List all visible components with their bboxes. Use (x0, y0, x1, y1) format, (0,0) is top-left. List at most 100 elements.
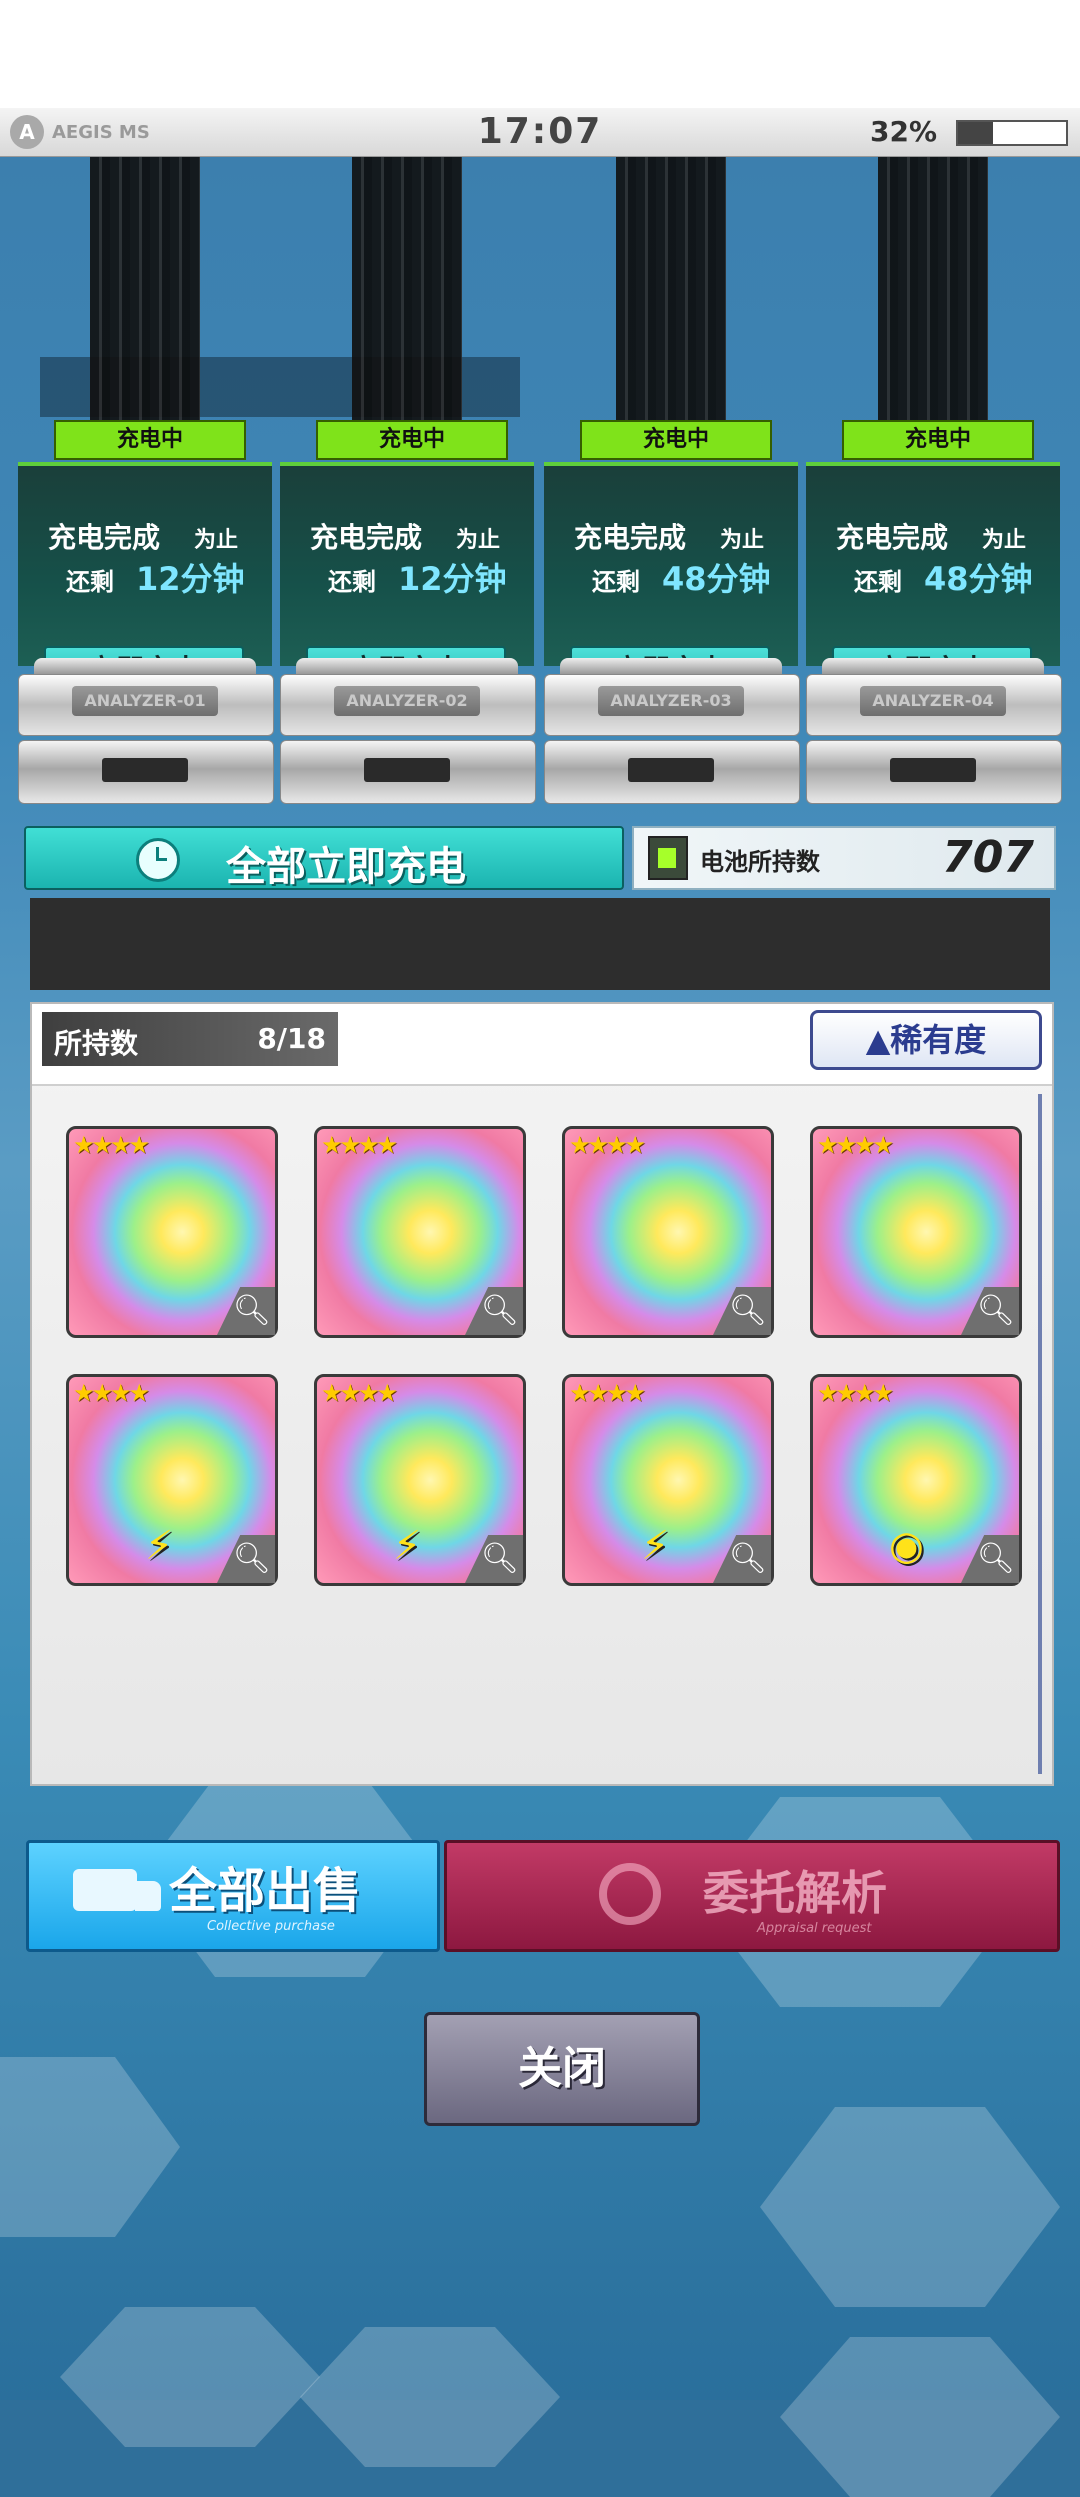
until-label: 为止 (194, 528, 239, 553)
battery-fill (958, 122, 993, 144)
analyzer-unit: 充电中 充电完成 为止 还剩 48分钟 立即充电 ANALYZER-03 (544, 420, 800, 810)
remaining-time: 12分钟 (136, 560, 245, 598)
rarity-stars: ★★★★ (73, 1131, 150, 1159)
element-icon: ◉ (889, 1523, 924, 1569)
analyzer-unit: 充电中 充电完成 为止 还剩 12分钟 立即充电 ANALYZER-02 (280, 420, 536, 810)
remaining-time: 48分钟 (924, 560, 1033, 598)
battery-count-box: 电池所持数 707 (632, 826, 1056, 890)
charge-complete-label: 充电完成 (48, 521, 161, 554)
close-button[interactable]: 关闭 (424, 2012, 700, 2126)
appraisal-label: 委托解析 (703, 1866, 887, 1920)
rarity-stars: ★★★★ (321, 1131, 398, 1159)
clock-time: 17:07 (477, 111, 603, 152)
battery-icon (648, 836, 688, 880)
cable-bundle (90, 157, 200, 437)
magnifier-icon[interactable]: 🔍︎ (465, 1535, 523, 1583)
inventory-item[interactable]: ★★★★ ⚡ 🔍︎ (562, 1374, 774, 1586)
magnifier-icon[interactable]: 🔍︎ (961, 1535, 1019, 1583)
charge-complete-label: 充电完成 (574, 521, 687, 554)
truck-icon (73, 1869, 161, 1911)
app-logo: A AEGIS MS (10, 112, 150, 152)
clock-icon (136, 838, 180, 882)
remaining-time: 48分钟 (662, 560, 771, 598)
element-icon: ⚡ (145, 1523, 174, 1569)
analyzer-info-panel: 充电完成 为止 还剩 48分钟 立即充电 (806, 462, 1060, 694)
magnifier-icon[interactable]: 🔍︎ (961, 1287, 1019, 1335)
sell-all-button[interactable]: 全部出售 Collective purchase (26, 1840, 440, 1952)
held-count-box: 所持数 8/18 (42, 1012, 338, 1066)
message-strip (30, 898, 1050, 990)
appraisal-request-button[interactable]: 委托解析 Appraisal request (444, 1840, 1060, 1952)
inventory-item[interactable]: ★★★★ 🔍︎ (810, 1126, 1022, 1338)
analyzer-machine: ANALYZER-02 (280, 658, 536, 808)
rarity-stars: ★★★★ (569, 1379, 646, 1407)
rarity-stars: ★★★★ (321, 1379, 398, 1407)
magnifier-icon[interactable]: 🔍︎ (713, 1287, 771, 1335)
magnifier-icon[interactable]: 🔍︎ (217, 1287, 275, 1335)
machine-cap (296, 658, 518, 674)
sell-all-sublabel: Collective purchase (207, 1919, 335, 1934)
charge-all-label: 全部立即充电 (226, 844, 466, 890)
machine-window (890, 758, 976, 782)
inventory-panel: 所持数 8/18 ▲稀有度 ★★★★ 🔍︎ ★★★★ 🔍︎ ★★★★ 🔍︎ ★★★★ … (30, 1002, 1054, 1786)
analyzer-info-panel: 充电完成 为止 还剩 12分钟 立即充电 (280, 462, 534, 694)
magnifier-icon[interactable]: 🔍︎ (465, 1287, 523, 1335)
remaining-label: 还剩 (66, 568, 114, 596)
magnifier-icon[interactable]: 🔍︎ (217, 1535, 275, 1583)
inventory-item[interactable]: ★★★★ 🔍︎ (66, 1126, 278, 1338)
battery-percent: 32% (870, 115, 938, 148)
analyzer-name: ANALYZER-04 (860, 686, 1006, 716)
top-blank-area (0, 0, 1080, 108)
appraisal-ring-icon (599, 1863, 661, 1925)
element-icon: ⚡ (641, 1523, 670, 1569)
inventory-header: 所持数 8/18 ▲稀有度 (32, 1004, 1052, 1086)
analyzer-machine: ANALYZER-03 (544, 658, 800, 808)
analyzer-unit: 充电中 充电完成 为止 还剩 48分钟 立即充电 ANALYZER-04 (806, 420, 1062, 810)
machine-cap (34, 658, 256, 674)
cable-bundle (352, 157, 462, 437)
logo-text: AEGIS MS (52, 121, 150, 143)
logo-icon: A (10, 115, 44, 149)
battery-bar (956, 120, 1068, 146)
analyzer-name: ANALYZER-01 (72, 686, 218, 716)
charging-status-tag: 充电中 (580, 420, 772, 460)
charging-status-tag: 充电中 (54, 420, 246, 460)
remaining-label: 还剩 (854, 568, 902, 596)
inventory-item[interactable]: ★★★★ ⚡ 🔍︎ (314, 1374, 526, 1586)
machine-window (102, 758, 188, 782)
battery-count-value: 707 (942, 832, 1034, 883)
charging-status-tag: 充电中 (316, 420, 508, 460)
magnifier-icon[interactable]: 🔍︎ (713, 1535, 771, 1583)
machine-cap (560, 658, 782, 674)
rarity-stars: ★★★★ (73, 1379, 150, 1407)
rarity-stars: ★★★★ (817, 1131, 894, 1159)
rarity-stars: ★★★★ (569, 1131, 646, 1159)
scrollbar[interactable] (1038, 1094, 1042, 1774)
sell-all-label: 全部出售 (169, 1863, 362, 1919)
machine-window (628, 758, 714, 782)
analyzer-info-panel: 充电完成 为止 还剩 12分钟 立即充电 (18, 462, 272, 694)
until-label: 为止 (982, 528, 1027, 553)
analyzer-info-panel: 充电完成 为止 还剩 48分钟 立即充电 (544, 462, 798, 694)
charge-complete-label: 充电完成 (310, 521, 423, 554)
inventory-item[interactable]: ★★★★ ◉ 🔍︎ (810, 1374, 1022, 1586)
machine-window (364, 758, 450, 782)
held-count-label: 所持数 (54, 1027, 139, 1060)
remaining-time: 12分钟 (398, 560, 507, 598)
held-count-value: 8/18 (257, 1022, 326, 1055)
charging-status-tag: 充电中 (842, 420, 1034, 460)
appraisal-sublabel: Appraisal request (757, 1921, 872, 1936)
inventory-item[interactable]: ★★★★ ⚡ 🔍︎ (66, 1374, 278, 1586)
remaining-label: 还剩 (592, 568, 640, 596)
analyzer-machine: ANALYZER-01 (18, 658, 274, 808)
inventory-item[interactable]: ★★★★ 🔍︎ (314, 1126, 526, 1338)
analyzer-name: ANALYZER-03 (598, 686, 744, 716)
until-label: 为止 (456, 528, 501, 553)
element-icon: ⚡ (393, 1523, 422, 1569)
analyzer-unit: 充电中 充电完成 为止 还剩 12分钟 立即充电 ANALYZER-01 (18, 420, 274, 810)
charge-complete-label: 充电完成 (836, 521, 949, 554)
charge-all-button[interactable]: 全部立即充电 (24, 826, 624, 890)
analyzer-machine: ANALYZER-04 (806, 658, 1062, 808)
sort-rarity-button[interactable]: ▲稀有度 (810, 1010, 1042, 1070)
inventory-item[interactable]: ★★★★ 🔍︎ (562, 1126, 774, 1338)
